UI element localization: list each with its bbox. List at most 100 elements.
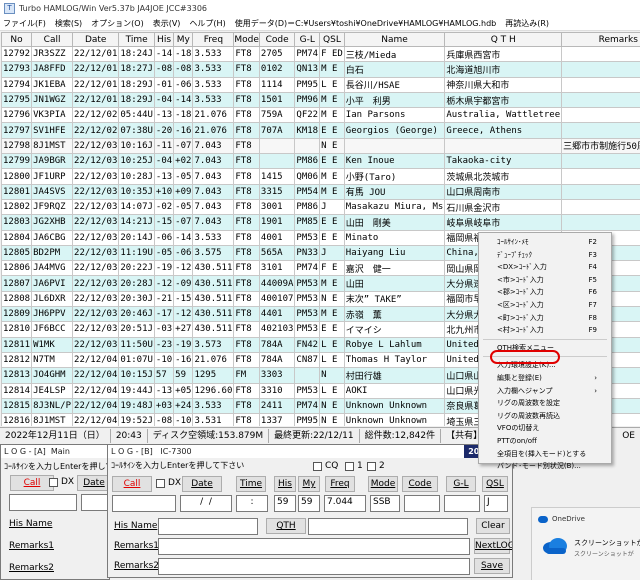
menu-item-3[interactable]: 表示(V) <box>153 18 181 29</box>
freq-input[interactable]: 7.044 <box>324 495 366 512</box>
log-a-remarks1-label[interactable]: Remarks1 <box>9 541 54 551</box>
cq-checkbox[interactable] <box>313 462 322 471</box>
qso-row[interactable]: 12799 JA9BGR 22/12/03 10:25J -04 +02 7.043 FT8 P… <box>1 153 640 170</box>
check-2[interactable] <box>367 462 376 471</box>
my-input[interactable]: 59 <box>298 495 320 512</box>
code-button[interactable]: Code <box>402 476 438 492</box>
context-menu-item[interactable]: 全項目を(挿入モード)とする <box>479 448 611 461</box>
context-menu-item[interactable]: ｺｰﾙｻｲﾝ･ﾒﾓ F2 <box>479 236 611 249</box>
qso-cell: 3.533 <box>192 229 235 246</box>
qsl-input[interactable]: J <box>484 495 508 512</box>
column-header[interactable]: His <box>153 32 175 47</box>
nextlog-button[interactable]: NextLOG <box>474 538 512 554</box>
qso-row[interactable]: 12798 8J1MST 22/12/03 10:16J -11 -07 7.043 FT8 N… <box>1 137 640 155</box>
qso-row[interactable]: 12802 JF9RQZ 22/12/03 14:07J -02 -05 7.043 FT8 3… <box>1 198 640 216</box>
menu-item-1[interactable]: 検索(S) <box>55 18 82 29</box>
qso-cell: PM74 <box>294 45 321 63</box>
onedrive-toast[interactable]: OneDrive スクリーンショットが スクリーンショットが <box>531 507 640 580</box>
remarks2-label[interactable]: Remarks2 <box>114 561 159 571</box>
my-button[interactable]: My <box>298 476 320 492</box>
check-1[interactable] <box>345 462 354 471</box>
freq-button[interactable]: Freq <box>325 476 355 492</box>
code-input[interactable] <box>404 495 440 512</box>
qso-cell: 12792 <box>1 45 33 63</box>
qso-row[interactable]: 12794 JK1EBA 22/12/01 18:29J -01 -06 3.533 FT8 1… <box>1 76 640 93</box>
his-name-label[interactable]: His Name <box>114 521 157 531</box>
qth-button[interactable]: QTH <box>266 518 306 534</box>
context-menu-item[interactable]: リグの周波数再読込 <box>479 410 611 423</box>
menu-item-5[interactable]: 使用データ(D)＝C:¥Users¥toshi¥OneDrive¥HAMLOG¥… <box>235 18 497 29</box>
context-menu-item[interactable]: <市>ｺｰﾄﾞ入力 F5 <box>479 274 611 287</box>
column-header[interactable]: Time <box>118 32 155 47</box>
menu-item-2[interactable]: オプション(O) <box>91 18 144 29</box>
log-a-call-input[interactable] <box>9 494 77 511</box>
menu-item-6[interactable]: 再読込み(R) <box>505 18 549 29</box>
qso-row[interactable]: 12796 VK3PIA 22/12/02 05:44U -13 -18 21.076 FT8… <box>1 107 640 124</box>
date-button[interactable]: Date <box>182 476 222 492</box>
qso-row[interactable]: 12792 JR3SZZ 22/12/01 18:24J -14 -18 3.533 FT8 2… <box>1 45 640 63</box>
his-name-input[interactable] <box>158 518 258 535</box>
time-button[interactable]: Time <box>236 476 266 492</box>
context-menu-item[interactable]: <DX>ｺｰﾄﾞ入力 F4 <box>479 261 611 274</box>
column-header[interactable]: Code <box>258 32 296 47</box>
context-menu-item[interactable]: バンド･モード別状況(B)... <box>479 460 611 473</box>
context-menu-item[interactable]: <郡>ｺｰﾄﾞ入力 F6 <box>479 286 611 299</box>
context-menu-item[interactable]: 入力欄へジャンプ › <box>479 385 611 398</box>
context-menu-item[interactable]: <町>ｺｰﾄﾞ入力 F8 <box>479 312 611 325</box>
context-menu-item[interactable]: 編集と登録(E) › <box>479 372 611 385</box>
log-a-remarks2-label[interactable]: Remarks2 <box>9 563 54 573</box>
context-menu-item[interactable]: PTTのon/off <box>479 435 611 448</box>
menu-item-0[interactable]: ファイル(F) <box>3 18 46 29</box>
qso-cell: JA9BGR <box>31 153 74 170</box>
qso-cell: FT8 <box>233 168 260 185</box>
mode-button[interactable]: Mode <box>368 476 398 492</box>
log-a-call-button[interactable]: Call <box>10 475 54 491</box>
qso-row[interactable]: 12795 JN1WGZ 22/12/01 18:29J -04 -14 3.533 FT8 1… <box>1 91 640 109</box>
context-menu-item[interactable]: <区>ｺｰﾄﾞ入力 F7 <box>479 299 611 312</box>
log-a-dx-checkbox[interactable] <box>49 478 58 487</box>
gl-button[interactable]: G-L <box>446 476 476 492</box>
column-header[interactable]: Name <box>343 32 446 47</box>
context-menu-item[interactable]: <村>ｺｰﾄﾞ入力 F9 <box>479 324 611 337</box>
his-button[interactable]: His <box>274 476 296 492</box>
remarks2-input[interactable] <box>158 558 470 575</box>
column-header[interactable]: Call <box>31 32 74 47</box>
clear-button[interactable]: Clear <box>476 518 510 534</box>
column-header[interactable]: G-L <box>294 32 321 47</box>
call-input[interactable] <box>112 495 176 512</box>
gl-input[interactable] <box>444 495 480 512</box>
context-menu-item[interactable]: ﾃﾞｭｰﾌﾟﾁｪｯｸ F3 <box>479 249 611 262</box>
log-a-date-button[interactable]: Date <box>77 475 109 491</box>
date-input[interactable]: / / <box>180 495 232 512</box>
qso-row[interactable]: 12793 JA8FFD 22/12/01 18:27J -08 -08 3.533 FT8 0… <box>1 61 640 78</box>
log-a-his-name-label[interactable]: His Name <box>9 519 52 529</box>
column-header[interactable]: Mode <box>233 32 260 47</box>
mode-input[interactable]: SSB <box>370 495 400 512</box>
column-header[interactable]: No <box>1 32 33 47</box>
remarks1-label[interactable]: Remarks1 <box>114 541 159 551</box>
qsl-button[interactable]: QSL <box>482 476 508 492</box>
qso-cell: -12 <box>173 306 194 323</box>
dx-checkbox[interactable] <box>156 479 165 488</box>
remarks1-input[interactable] <box>158 538 470 555</box>
context-menu-item[interactable]: VFOの切替え <box>479 422 611 435</box>
time-input[interactable]: : <box>236 495 268 512</box>
column-header[interactable]: QSL <box>319 32 345 47</box>
column-header[interactable]: Remarks 1 <box>561 32 640 47</box>
column-header[interactable]: Freq <box>192 32 235 47</box>
column-header[interactable]: My <box>173 32 194 47</box>
qso-row[interactable]: 12803 JG2XHB 22/12/03 14:21J -15 -07 7.043 FT8 1… <box>1 214 640 231</box>
menu-item-4[interactable]: ヘルプ(H) <box>189 18 225 29</box>
save-button[interactable]: Save <box>474 558 510 574</box>
column-header[interactable]: Date <box>72 32 120 47</box>
qth-input[interactable] <box>308 518 468 535</box>
qso-row[interactable]: 12797 SV1HFE 22/12/02 07:38U -20 -16 21.076 FT8… <box>1 122 640 139</box>
log-a-date-input[interactable] <box>81 494 109 511</box>
qso-row[interactable]: 12801 JA4SVS 22/12/03 10:35J +10 +09 7.043 FT8 3… <box>1 183 640 200</box>
context-menu-item[interactable]: リグの周波数を設定 <box>479 397 611 410</box>
his-input[interactable]: 59 <box>274 495 296 512</box>
call-button[interactable]: Call <box>112 476 152 492</box>
qso-row[interactable]: 12800 JF1URP 22/12/03 10:28J -13 -05 7.043 FT8 1… <box>1 168 640 185</box>
column-header[interactable]: Q T H <box>444 32 563 47</box>
onedrive-cloud-icon <box>543 538 567 554</box>
